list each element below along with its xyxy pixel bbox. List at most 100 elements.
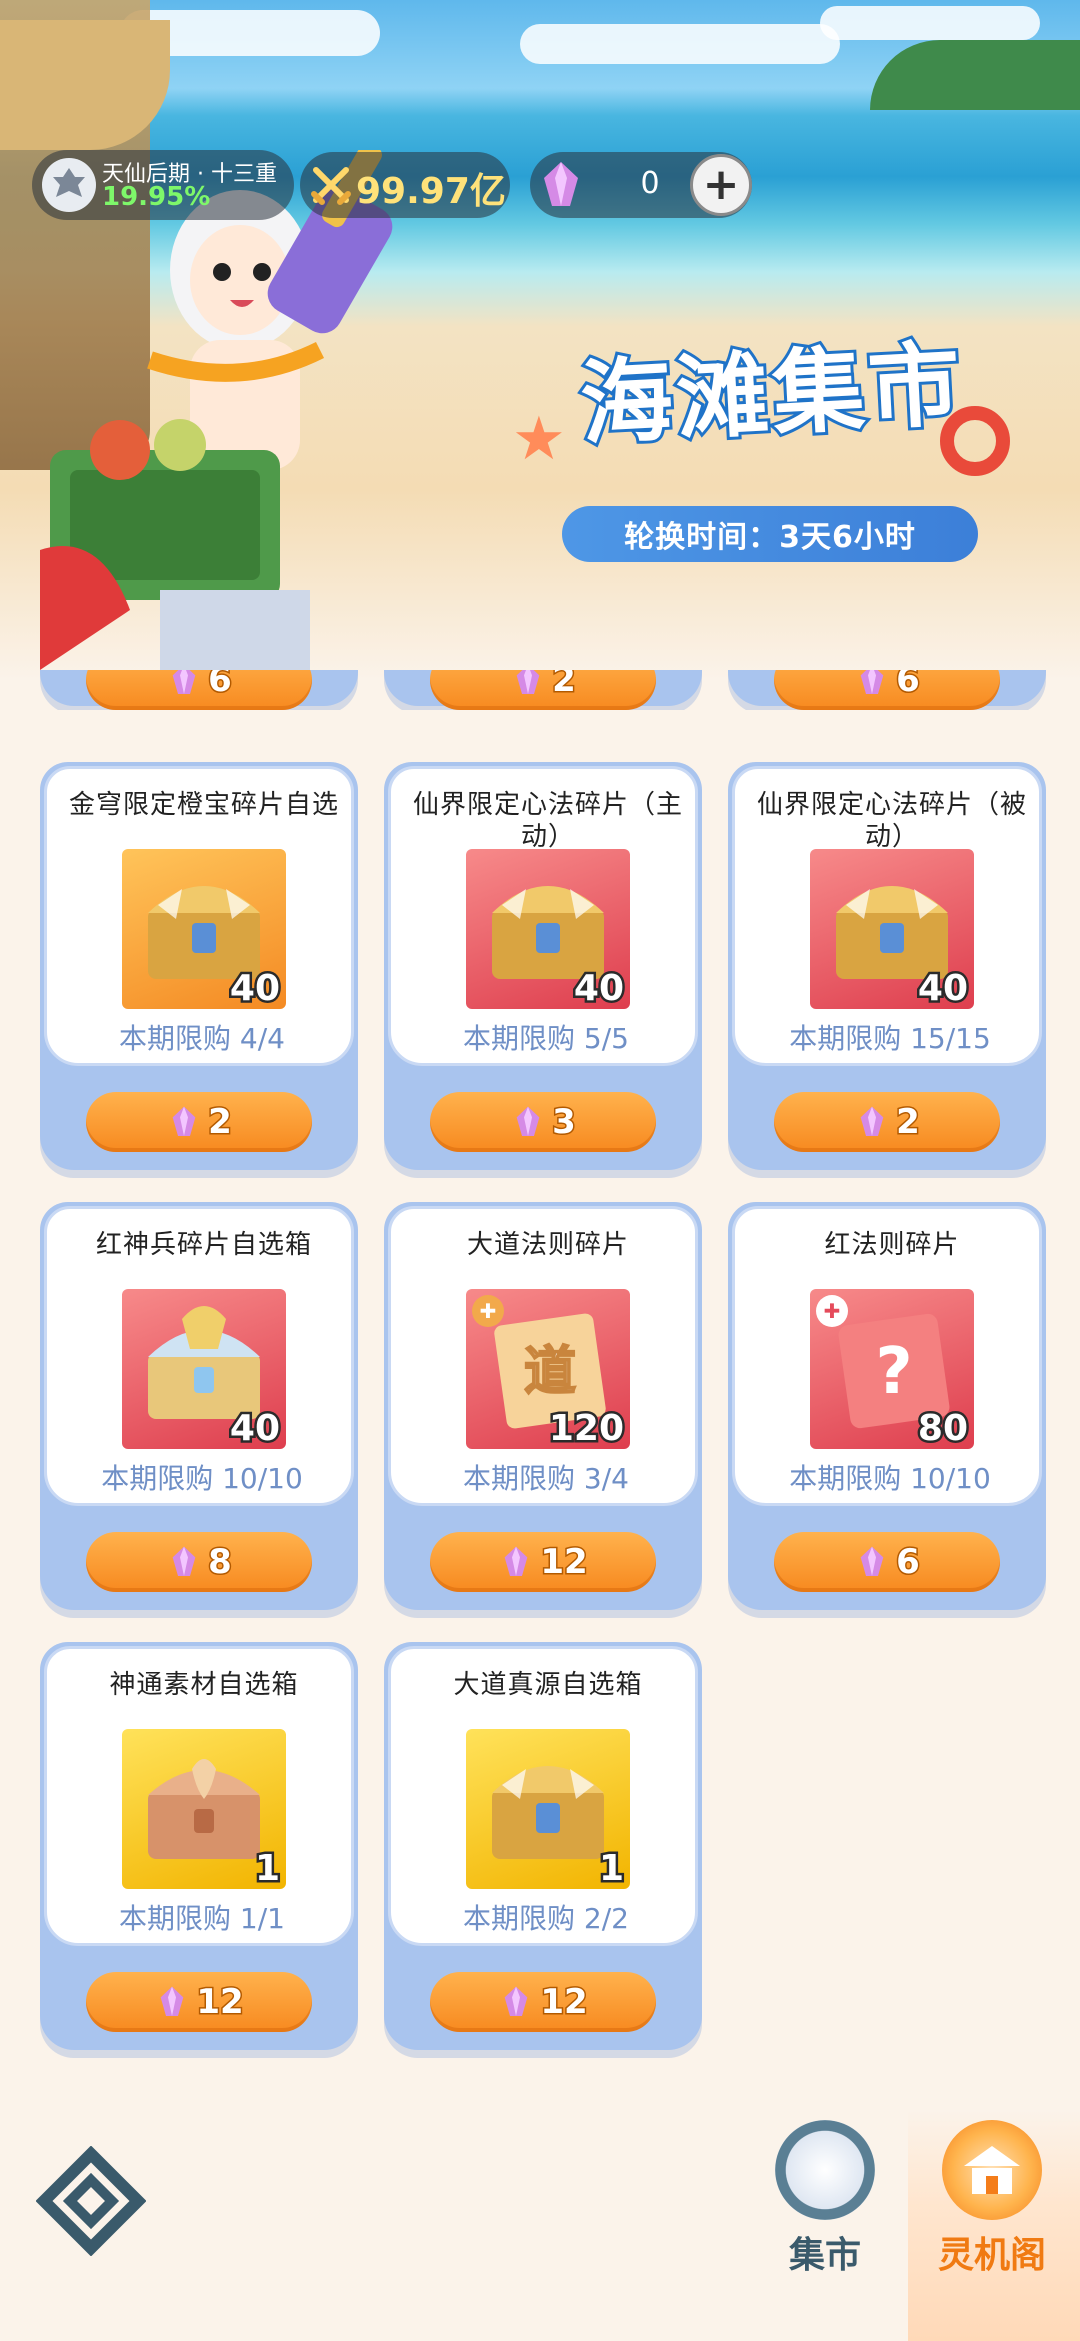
- purchase-limit: 本期限购 1/1: [119, 1902, 285, 1935]
- realm-status[interactable]: 天仙后期 · 十三重 19.95%: [32, 150, 294, 220]
- spirit-crystal-icon: [516, 1106, 540, 1136]
- item-name: 金穹限定橙宝碎片自选: [68, 790, 339, 820]
- spirit-crystal-icon: [172, 670, 196, 694]
- buy-button[interactable]: 2: [86, 1092, 312, 1152]
- spirit-crystal-icon: [504, 1986, 528, 2016]
- crossed-swords-icon: [311, 167, 351, 205]
- spirit-crystal-icon: [172, 1106, 196, 1136]
- shop-item-card[interactable]: 大道法则碎片 道 ✚ 120 本期限购 3/4 12: [384, 1202, 702, 1610]
- price-value: 3: [551, 1101, 578, 1144]
- item-quantity: 120: [546, 1406, 626, 1450]
- shop-item-card[interactable]: 仙界限定心法碎片（主动） 40 本期限购 5/5 3: [384, 762, 702, 1170]
- golden-chest-icon: 1: [466, 1729, 630, 1889]
- price-value: 2: [895, 1101, 922, 1144]
- buy-button[interactable]: 2: [430, 670, 656, 710]
- spirit-crystal-icon: [860, 670, 884, 694]
- tab-lingji-pavilion[interactable]: 灵机阁: [912, 2120, 1072, 2320]
- spirit-crystal-icon: [860, 1106, 884, 1136]
- mystery-shard-icon: ? ✚ 80: [810, 1289, 974, 1449]
- cloud-decoration: [820, 6, 1040, 40]
- purchase-limit: 本期限购 10/10: [789, 1462, 991, 1495]
- spirit-crystal-icon: [544, 162, 578, 206]
- price-value: 8: [207, 1541, 234, 1584]
- lifebuoy-icon: [940, 406, 1010, 476]
- item-quantity: 40: [571, 966, 626, 1010]
- buy-button[interactable]: 3: [430, 1092, 656, 1152]
- shop-item-card: 2: [384, 670, 702, 710]
- market-icon: [775, 2120, 875, 2220]
- svg-text:道: 道: [524, 1342, 576, 1402]
- spirit-crystal-icon: [860, 1546, 884, 1576]
- tab-market[interactable]: 集市: [745, 2120, 905, 2320]
- spirit-crystal-count: 0: [640, 166, 660, 201]
- item-quantity: 40: [227, 1406, 282, 1450]
- combat-power-display: 99.97亿: [300, 152, 510, 218]
- buy-button[interactable]: 2: [774, 1092, 1000, 1152]
- item-name: 红法则碎片: [824, 1230, 960, 1260]
- shop-item-card: 6: [728, 670, 1046, 710]
- purchase-limit: 本期限购 15/15: [789, 1022, 991, 1055]
- item-name: 仙界限定心法碎片（被动）: [756, 790, 1027, 852]
- buy-button[interactable]: 12: [86, 1972, 312, 2032]
- price-value: 2: [551, 670, 578, 702]
- tab-lingji-label: 灵机阁: [937, 2235, 1046, 2276]
- dragon-chest-icon: 40: [122, 1289, 286, 1449]
- spirit-crystal-icon: [504, 1546, 528, 1576]
- rotation-timer: 轮换时间：3天6小时: [562, 506, 978, 562]
- purchase-limit: 本期限购 5/5: [463, 1022, 629, 1055]
- shop-item-card[interactable]: 神通素材自选箱 1 本期限购 1/1 12: [40, 1642, 358, 2050]
- buy-button[interactable]: 6: [774, 670, 1000, 710]
- buy-button[interactable]: 6: [774, 1532, 1000, 1592]
- shop-item-card[interactable]: 红神兵碎片自选箱 40 本期限购 10/10 8: [40, 1202, 358, 1610]
- phoenix-chest-icon: 1: [122, 1729, 286, 1889]
- purchase-limit: 本期限购 4/4: [119, 1022, 285, 1055]
- item-name: 大道真源自选箱: [453, 1670, 643, 1700]
- item-quantity: 40: [915, 966, 970, 1010]
- spirit-crystal-icon: [172, 1546, 196, 1576]
- realm-badge-icon: [42, 158, 96, 212]
- price-value: 12: [539, 1981, 589, 2024]
- shop-item-card[interactable]: 红法则碎片 ? ✚ 80 本期限购 10/10 6: [728, 1202, 1046, 1610]
- realm-progress-percent: 19.95%: [102, 182, 211, 212]
- golden-chest-icon: 40: [466, 849, 630, 1009]
- menu-diamond-icon[interactable]: [36, 2146, 146, 2256]
- price-value: 2: [207, 1101, 234, 1144]
- svg-text:?: ?: [875, 1335, 912, 1409]
- svg-text:✚: ✚: [824, 1299, 841, 1323]
- item-name: 大道法则碎片: [466, 1230, 629, 1260]
- golden-chest-icon: 40: [122, 849, 286, 1009]
- starfish-icon: ★: [512, 404, 566, 474]
- shop-item-card[interactable]: 金穹限定橙宝碎片自选 40 本期限购 4/4 2: [40, 762, 358, 1170]
- buy-button[interactable]: 8: [86, 1532, 312, 1592]
- item-quantity: 80: [915, 1406, 970, 1450]
- island-decoration: [870, 40, 1080, 110]
- character-illustration: [40, 150, 393, 670]
- item-name: 仙界限定心法碎片（主动）: [412, 790, 683, 852]
- item-quantity: 1: [596, 1846, 626, 1890]
- item-name: 神通素材自选箱: [109, 1670, 299, 1700]
- tab-market-label: 集市: [788, 2235, 861, 2276]
- item-name: 红神兵碎片自选箱: [95, 1230, 312, 1260]
- event-title: 海滩集市: [575, 328, 970, 461]
- dao-shard-icon: 道 ✚ 120: [466, 1289, 630, 1449]
- shop-item-card[interactable]: 大道真源自选箱 1 本期限购 2/2 12: [384, 1642, 702, 2050]
- shop-item-card[interactable]: 仙界限定心法碎片（被动） 40 本期限购 15/15 2: [728, 762, 1046, 1170]
- price-value: 12: [195, 1981, 245, 2024]
- event-banner: 天仙后期 · 十三重 19.95% 99.97亿 0 + ★ 海滩集市 轮换时间…: [0, 0, 1080, 680]
- add-crystal-button[interactable]: +: [690, 154, 752, 216]
- purchase-limit: 本期限购 10/10: [101, 1462, 303, 1495]
- golden-chest-icon: 40: [810, 849, 974, 1009]
- price-value: 6: [895, 1541, 922, 1584]
- spirit-crystal-icon: [160, 1986, 184, 2016]
- buy-button[interactable]: 6: [86, 670, 312, 710]
- cloud-decoration: [520, 24, 840, 64]
- item-quantity: 1: [252, 1846, 282, 1890]
- buy-button[interactable]: 12: [430, 1532, 656, 1592]
- buy-button[interactable]: 12: [430, 1972, 656, 2032]
- purchase-limit: 本期限购 3/4: [463, 1462, 629, 1495]
- price-value: 12: [539, 1541, 589, 1584]
- item-quantity: 40: [227, 966, 282, 1010]
- shop-item-grid[interactable]: 6 2 6 金穹限定橙宝碎片自选 40 本期限购 4/4 2 仙界限定心法碎片（…: [0, 670, 1080, 2060]
- purchase-limit: 本期限购 2/2: [463, 1902, 629, 1935]
- price-value: 6: [895, 670, 922, 702]
